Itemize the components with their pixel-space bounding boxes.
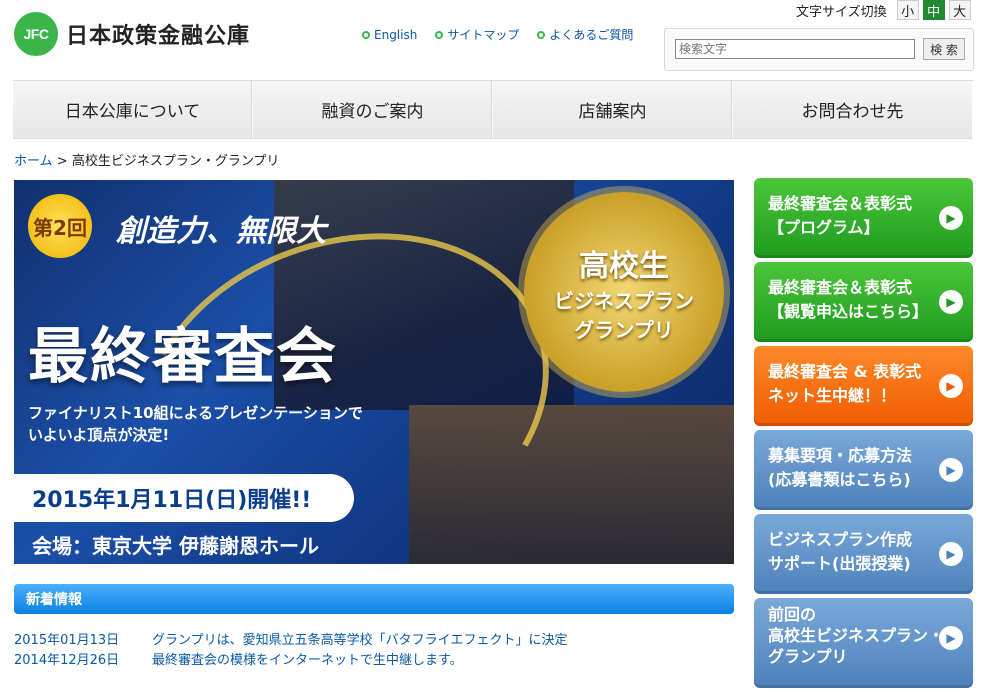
search-button[interactable]: 検 索 (923, 38, 965, 60)
link-faq[interactable]: よくあるご質問 (537, 26, 633, 43)
search-box: 検 索 (664, 28, 974, 71)
nav-branches[interactable]: 店舗案内 (493, 81, 733, 138)
medal-line-3: グランプリ (574, 318, 674, 342)
banner-tagline: 創造力、無限大 (116, 214, 326, 249)
side-button-label: グランプリ (768, 647, 848, 666)
bullet-icon (362, 30, 370, 39)
nav-loans[interactable]: 融資のご案内 (253, 81, 493, 138)
logo[interactable]: JFC 日本政策金融公庫 (14, 12, 250, 56)
search-input[interactable] (675, 39, 915, 59)
arrow-right-icon: ▶ (939, 374, 963, 398)
link-sitemap[interactable]: サイトマップ (435, 26, 519, 43)
breadcrumb: ホーム > 高校生ビジネスプラン・グランプリ (14, 150, 279, 169)
font-size-large-button[interactable]: 大 (948, 0, 971, 20)
banner-subtext-1: ファイナリスト10組によるプレゼンテーションで (28, 404, 363, 422)
banner-date: 2015年1月11日(日)開催!! (14, 474, 354, 522)
breadcrumb-home[interactable]: ホーム (14, 154, 53, 169)
bullet-icon (537, 30, 546, 39)
side-button-previous[interactable]: 前回の 高校生ビジネスプラン・ グランプリ ▶ (754, 598, 973, 688)
side-button-program[interactable]: 最終審査会＆表彰式 【プログラム】 ▶ (754, 178, 973, 258)
font-size-medium-button[interactable]: 中 (922, 0, 945, 20)
news-title[interactable]: グランプリは、愛知県立五条高等学校「バタフライエフェクト」に決定 (152, 629, 567, 648)
medal-line-2: ビジネスプラン (554, 289, 694, 313)
gold-medal: 高校生 ビジネスプラン グランプリ (524, 192, 724, 392)
arrow-right-icon: ▶ (939, 206, 963, 230)
medal-line-1: 高校生 (579, 249, 669, 284)
link-english[interactable]: English (362, 26, 417, 43)
news-date: 2015年01月13日 (14, 632, 120, 648)
nav-about[interactable]: 日本公庫について (13, 81, 253, 138)
banner-subtext-2: いよいよ頂点が決定! (28, 426, 170, 444)
edition-badge: 第2回 (28, 194, 92, 258)
news-list: 2015年01月13日 グランプリは、愛知県立五条高等学校「バタフライエフェクト… (14, 628, 734, 668)
side-button-livestream[interactable]: 最終審査会 & 表彰式 ネット生中継！！ ▶ (754, 346, 973, 426)
arrow-right-icon: ▶ (939, 542, 963, 566)
arrow-right-icon: ▶ (939, 626, 963, 650)
logo-text: 日本政策金融公庫 (66, 24, 251, 49)
side-button-apply[interactable]: 最終審査会＆表彰式 【観覧申込はこちら】 ▶ (754, 262, 973, 342)
font-size-switcher: 文字サイズ切換 小 中 大 (796, 0, 971, 20)
breadcrumb-separator: > (56, 154, 68, 169)
global-nav: 日本公庫について 融資のご案内 店舗案内 お問合わせ先 (13, 80, 973, 139)
banner-venue: 会場：東京大学 伊藤謝恩ホール (32, 534, 319, 558)
news-item[interactable]: 2014年12月26日 最終審査会の模様をインターネットで生中継します。 (14, 648, 734, 668)
news-item[interactable]: 2015年01月13日 グランプリは、愛知県立五条高等学校「バタフライエフェクト… (14, 628, 734, 648)
bullet-icon (435, 30, 444, 39)
side-button-support[interactable]: ビジネスプラン作成 サポート(出張授業) ▶ (754, 514, 973, 594)
nav-contact[interactable]: お問合わせ先 (733, 81, 973, 138)
side-button-label: 前回の (768, 605, 817, 624)
top-links: English サイトマップ よくあるご質問 (362, 26, 633, 43)
jfc-logo-icon: JFC (14, 12, 58, 56)
banner-headline: 最終審査会 (28, 322, 338, 392)
news-heading: 新着情報 (14, 584, 734, 614)
arrow-right-icon: ▶ (939, 458, 963, 482)
arrow-right-icon: ▶ (939, 290, 963, 314)
font-size-small-button[interactable]: 小 (896, 0, 919, 20)
font-size-label: 文字サイズ切換 (796, 4, 887, 20)
breadcrumb-current: 高校生ビジネスプラン・グランプリ (71, 154, 280, 169)
side-button-guidelines[interactable]: 募集要項・応募方法 (応募書類はこちら) ▶ (754, 430, 973, 510)
side-menu: 最終審査会＆表彰式 【プログラム】 ▶ 最終審査会＆表彰式 【観覧申込はこちら】… (754, 178, 973, 692)
main-banner[interactable]: 第2回 創造力、無限大 高校生 ビジネスプラン グランプリ 最終審査会 ファイナ… (14, 180, 734, 564)
